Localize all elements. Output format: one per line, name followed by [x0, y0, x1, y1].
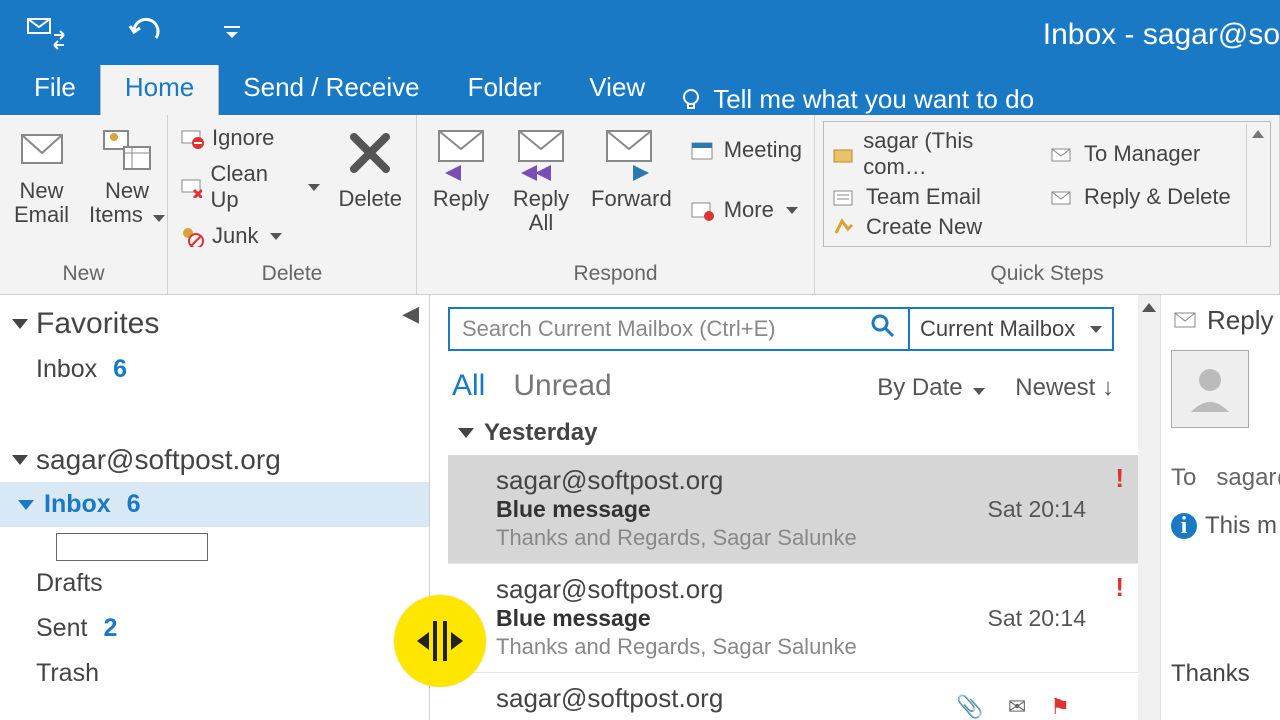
quicksteps-scroll[interactable] [1246, 124, 1268, 244]
sendreceive-qat-icon[interactable] [26, 15, 66, 51]
flag-icon[interactable]: ⚑ [1050, 694, 1070, 720]
message-list-pane: Search Current Mailbox (Ctrl+E) Current … [430, 295, 1160, 720]
main-area: ◀ Favorites Inbox 6 sagar@softpost.org I… [0, 295, 1280, 720]
new-items-label: New Items [89, 179, 165, 227]
forward-button[interactable]: Forward [585, 121, 678, 215]
group-respond: Reply Reply All Forward Meeting More [417, 115, 815, 294]
favorites-header[interactable]: Favorites [0, 301, 429, 347]
priority-icon: ! [1115, 463, 1124, 494]
reading-reply-button[interactable]: Reply [1171, 305, 1280, 336]
delete-button[interactable]: Delete [332, 121, 408, 215]
splitter-resize-cursor[interactable] [394, 595, 486, 687]
sort-by-date[interactable]: By Date [877, 374, 985, 402]
to-line: To sagar@ [1171, 464, 1280, 492]
tell-me-search[interactable]: Tell me what you want to do [679, 84, 1034, 115]
message-item[interactable]: ! sagar@softpost.org Blue messageSat 20:… [448, 455, 1138, 564]
junk-button[interactable]: Junk [176, 221, 324, 251]
message-item[interactable]: sagar@softpost.org 📎 ✉ ⚑ [448, 673, 1138, 714]
priority-icon: ! [1115, 572, 1124, 603]
junk-icon [180, 225, 204, 247]
title-bar: Inbox - sagar@so [0, 0, 1280, 65]
quickstep-reply-delete[interactable]: Reply & Delete [1050, 184, 1240, 210]
lightbulb-icon [679, 88, 703, 112]
sort-order-newest[interactable]: Newest ↓ [1015, 374, 1114, 402]
filter-unread[interactable]: Unread [513, 369, 611, 403]
new-folder-name-field[interactable] [56, 533, 208, 561]
ignore-icon [180, 127, 204, 149]
quickstep-team-email[interactable]: Team Email [832, 184, 1022, 210]
more-icon [690, 199, 716, 221]
message-list-scrollbar[interactable] [1138, 295, 1160, 720]
reading-pane: Reply To sagar@ iThis m Thanks [1160, 295, 1280, 720]
tell-me-label: Tell me what you want to do [713, 84, 1034, 115]
group-quick-steps: sagar (This com… To Manager Team Email R… [815, 115, 1280, 294]
folder-inbox[interactable]: Inbox 6 [0, 482, 429, 527]
ribbon-tabs: File Home Send / Receive Folder View Tel… [0, 65, 1280, 115]
message-item[interactable]: ! sagar@softpost.org Blue messageSat 20:… [448, 564, 1138, 673]
group-delete: Ignore Clean Up Junk Delete Delete [168, 115, 417, 294]
new-folder-inline-input[interactable] [56, 533, 429, 561]
search-input[interactable]: Search Current Mailbox (Ctrl+E) [448, 307, 910, 351]
group-quicksteps-label: Quick Steps [823, 258, 1271, 294]
folder-drafts[interactable]: Drafts [0, 561, 429, 606]
search-icon[interactable] [870, 313, 896, 345]
collapse-nav-icon[interactable]: ◀ [402, 301, 419, 327]
cleanup-icon [180, 176, 202, 198]
tab-send-receive[interactable]: Send / Receive [219, 62, 443, 115]
reply-button[interactable]: Reply [425, 121, 497, 215]
navigation-pane: ◀ Favorites Inbox 6 sagar@softpost.org I… [0, 295, 430, 720]
search-scope-dropdown[interactable]: Current Mailbox [910, 307, 1114, 351]
tab-home[interactable]: Home [100, 61, 219, 115]
ribbon: New Email New Items New Ignore Clean Up [0, 115, 1280, 295]
meeting-icon [690, 139, 716, 161]
filter-all[interactable]: All [452, 369, 485, 403]
date-group-yesterday[interactable]: Yesterday [448, 411, 1138, 455]
envelope-icon: ✉ [1008, 694, 1026, 720]
reply-all-button[interactable]: Reply All [505, 121, 577, 239]
quickstep-to-manager[interactable]: To Manager [1050, 128, 1240, 180]
group-delete-label: Delete [176, 258, 408, 294]
fav-inbox[interactable]: Inbox 6 [0, 347, 429, 392]
body-preview: Thanks [1171, 660, 1280, 688]
tab-folder[interactable]: Folder [444, 62, 566, 115]
new-email-label: New Email [14, 179, 69, 227]
tab-file[interactable]: File [10, 62, 100, 115]
group-new-label: New [8, 258, 159, 294]
more-respond-button[interactable]: More [686, 195, 806, 225]
attachment-icon: 📎 [956, 694, 983, 720]
window-title: Inbox - sagar@so [1043, 18, 1280, 52]
new-email-button[interactable]: New Email [8, 121, 75, 231]
quickstep-move-to[interactable]: sagar (This com… [832, 128, 1022, 180]
ignore-button[interactable]: Ignore [176, 123, 324, 153]
meeting-button[interactable]: Meeting [686, 135, 806, 165]
info-icon: i [1171, 513, 1197, 539]
tab-view[interactable]: View [565, 62, 669, 115]
group-respond-label: Respond [425, 258, 806, 294]
info-bar: iThis m [1171, 512, 1280, 540]
account-header[interactable]: sagar@softpost.org [0, 438, 429, 482]
sender-avatar [1171, 350, 1249, 428]
cleanup-button[interactable]: Clean Up [176, 159, 324, 215]
folder-trash[interactable]: Trash [0, 651, 429, 696]
quick-access-toolbar [0, 15, 242, 51]
undo-icon[interactable] [126, 18, 162, 48]
qat-customize-icon[interactable] [222, 25, 242, 41]
new-items-button[interactable]: New Items [83, 121, 171, 231]
quickstep-create-new[interactable]: Create New [832, 214, 1022, 240]
group-new: New Email New Items New [0, 115, 168, 294]
folder-sent[interactable]: Sent2 [0, 606, 429, 651]
